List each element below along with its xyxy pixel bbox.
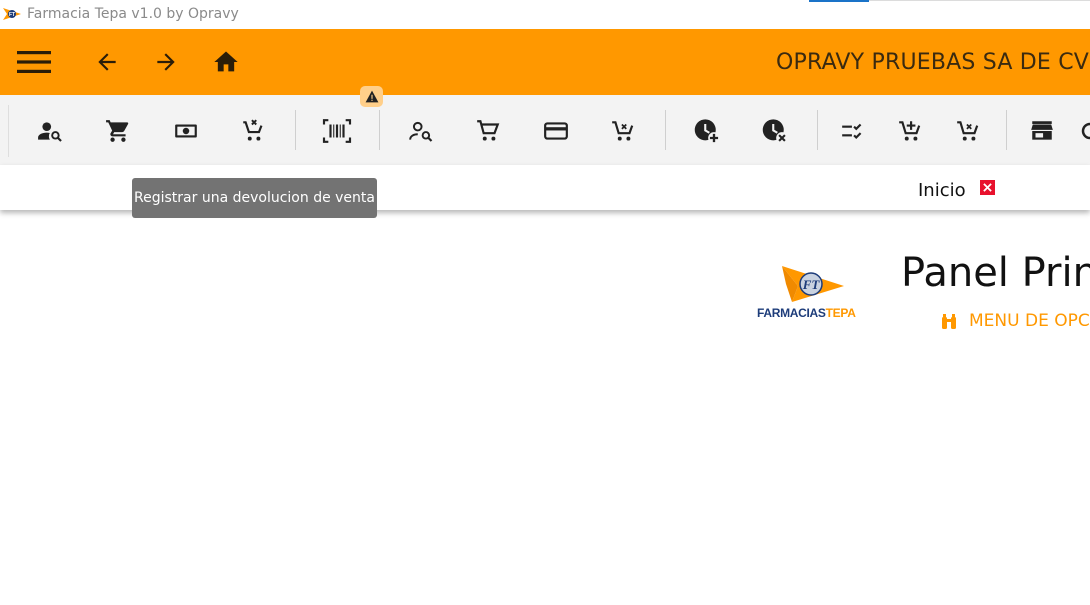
toolbar-separator	[1006, 110, 1007, 150]
cart-add-button[interactable]	[890, 108, 930, 154]
user-search-outline-icon	[409, 121, 433, 142]
warning-icon	[365, 90, 378, 103]
toolbar-edge	[8, 105, 9, 157]
logo-text-tepa: TEPA	[825, 306, 856, 320]
close-icon	[983, 183, 992, 192]
cart-remove-2-button[interactable]	[948, 108, 988, 154]
back-button[interactable]	[88, 29, 126, 95]
svg-text:FT: FT	[9, 12, 15, 18]
cart-remove-icon	[243, 119, 263, 141]
user-search-icon	[38, 122, 62, 142]
menu-options-link[interactable]: MENU DE OPCI	[941, 311, 1090, 331]
app-header: OPRAVY PRUEBAS SA DE CV [pr	[0, 29, 1090, 95]
store-button[interactable]	[1022, 108, 1062, 154]
toolbar-separator	[817, 110, 818, 150]
checklist-button[interactable]	[833, 108, 873, 154]
clock-remove-icon	[762, 119, 788, 144]
sale-cart-button[interactable]	[98, 108, 138, 154]
clock-add-button[interactable]	[687, 108, 727, 154]
toolbar-separator	[665, 110, 666, 150]
toolbar-separator	[379, 110, 380, 150]
menu-button[interactable]	[12, 29, 56, 95]
cash-button[interactable]	[166, 108, 206, 154]
search-customer-button[interactable]	[30, 108, 70, 154]
page-title: Panel Princ	[901, 250, 1090, 296]
company-name: OPRAVY PRUEBAS SA DE CV [pr	[776, 50, 1090, 75]
more-button[interactable]	[1074, 108, 1090, 154]
arrow-right-icon	[157, 53, 175, 71]
cart-return-button[interactable]	[603, 108, 643, 154]
logo-text: FARMACIASTEPA	[757, 306, 856, 320]
title-bar-divider	[869, 0, 1090, 1]
cart-outline-button[interactable]	[468, 108, 508, 154]
title-bar-accent	[809, 0, 869, 2]
arrow-left-icon	[98, 53, 116, 71]
tooltip: Registrar una devolucion de venta	[132, 178, 377, 218]
window-title-bar: FT Farmacia Tepa v1.0 by Opravy	[0, 0, 1090, 29]
tab-close-button[interactable]	[980, 180, 995, 195]
forward-button[interactable]	[147, 29, 185, 95]
warning-badge	[360, 86, 383, 107]
cash-icon	[175, 124, 197, 138]
list-check-icon	[842, 123, 863, 140]
clock-plus-icon	[694, 119, 720, 144]
hamburger-icon	[17, 51, 51, 73]
window-title: Farmacia Tepa v1.0 by Opravy	[27, 6, 239, 22]
partial-icon	[1081, 122, 1090, 140]
barcode-scan-icon	[322, 119, 352, 143]
binoculars-icon	[942, 313, 956, 329]
tab-inicio[interactable]: Inicio	[918, 180, 966, 201]
pharmacy-logo-icon: FT	[3, 8, 21, 20]
logo-text-farmacias: FARMACIAS	[757, 306, 826, 320]
cart-outline-icon	[477, 120, 500, 141]
cart-icon	[106, 120, 129, 142]
card-payment-button[interactable]	[536, 108, 576, 154]
home-button[interactable]	[207, 29, 245, 95]
home-icon	[214, 51, 238, 72]
clock-remove-button[interactable]	[755, 108, 795, 154]
search-user-button[interactable]	[401, 108, 441, 154]
toolbar-separator	[295, 110, 296, 150]
store-icon	[1031, 121, 1053, 140]
cancel-sale-button[interactable]	[233, 108, 273, 154]
cart-remove-outline-icon	[612, 121, 634, 141]
cart-minus-icon	[957, 121, 979, 141]
cart-plus-icon	[899, 121, 921, 141]
credit-card-icon	[544, 122, 568, 140]
barcode-button[interactable]	[317, 108, 357, 154]
svg-text:FT: FT	[802, 277, 821, 292]
menu-options-label: MENU DE OPCI	[969, 311, 1090, 331]
